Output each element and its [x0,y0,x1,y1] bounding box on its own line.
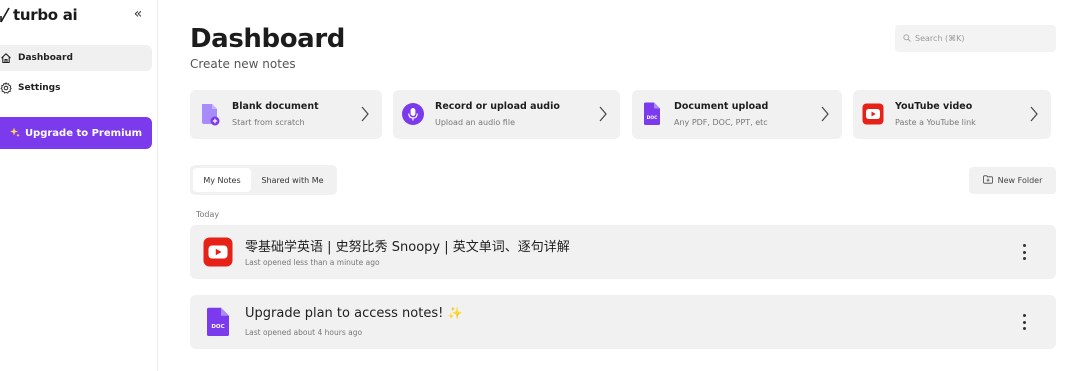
card-title: Document upload [674,101,769,112]
note-title: 零基础学英语 | 史努比秀 Snoopy | 英文单词、逐句详解 [245,240,570,255]
chevrons-left-icon: « [133,6,143,22]
blank-document-card[interactable]: Blank document Start from scratch [190,90,382,139]
section-label-today: Today [196,210,220,219]
document-upload-card[interactable]: DOC Document upload Any PDF, DOC, PPT, e… [632,90,842,139]
sparkle-icon [9,127,20,140]
sidebar-item-dashboard[interactable]: Dashboard [0,45,152,71]
sidebar-item-settings[interactable]: Settings [0,75,152,101]
youtube-icon [862,102,884,126]
microphone-icon [402,102,424,126]
youtube-icon [203,237,233,267]
chevron-right-icon [1030,106,1038,122]
tab-shared-with-me[interactable]: Shared with Me [251,168,334,192]
sidebar: turbo ai « Dashboard Settings Upgrade to… [0,0,158,371]
note-row[interactable]: 零基础学英语 | 史努比秀 Snoopy | 英文单词、逐句详解 Last op… [190,225,1056,279]
tab-my-notes[interactable]: My Notes [193,168,251,192]
sparkle-icon: ✨ [447,306,463,320]
new-folder-button[interactable]: New Folder [969,167,1056,194]
upgrade-to-premium-button[interactable]: Upgrade to Premium [0,117,152,149]
brand-name: turbo ai [13,6,78,24]
note-title-text: Upgrade plan to access notes! [245,306,444,321]
card-title: Blank document [232,101,319,112]
doc-file-icon: DOC [203,307,233,337]
note-row[interactable]: DOC Upgrade plan to access notes! ✨ Last… [190,295,1056,349]
search-placeholder: Search (⌘K) [915,34,965,43]
search-input[interactable]: Search (⌘K) [895,25,1056,52]
search-icon [903,33,911,44]
new-folder-label: New Folder [997,176,1043,185]
blank-document-icon [199,102,221,126]
chevron-right-icon [361,106,369,122]
more-options-icon[interactable] [1020,242,1028,262]
logo-icon [0,7,10,23]
doc-label: DOC [647,115,659,121]
chevron-right-icon [599,106,607,122]
note-title: Upgrade plan to access notes! ✨ [245,306,462,321]
card-title: Record or upload audio [435,101,560,112]
youtube-video-card[interactable]: YouTube video Paste a YouTube link [853,90,1051,139]
brand-logo[interactable]: turbo ai [0,5,78,25]
sidebar-item-label: Dashboard [18,53,73,63]
doc-label: DOC [211,324,224,330]
upgrade-label: Upgrade to Premium [24,127,143,139]
note-last-opened: Last opened about 4 hours ago [245,328,363,337]
chevron-right-icon [821,106,829,122]
card-subtitle: Start from scratch [232,118,305,127]
card-subtitle: Any PDF, DOC, PPT, etc [674,118,768,127]
doc-file-icon: DOC [641,102,663,126]
sidebar-item-label: Settings [18,83,61,93]
collapse-sidebar-button[interactable]: « [128,4,148,24]
card-title: YouTube video [895,101,973,112]
card-subtitle: Paste a YouTube link [895,118,976,127]
notes-tabs: My Notes Shared with Me [190,165,337,195]
record-audio-card[interactable]: Record or upload audio Upload an audio f… [393,90,620,139]
page-subtitle: Create new notes [190,57,296,71]
card-subtitle: Upload an audio file [435,118,515,127]
page-title: Dashboard [190,24,345,54]
note-last-opened: Last opened less than a minute ago [245,258,380,267]
gear-icon [0,81,13,95]
more-options-icon[interactable] [1020,312,1028,332]
home-icon [0,51,13,65]
folder-plus-icon [982,175,993,186]
